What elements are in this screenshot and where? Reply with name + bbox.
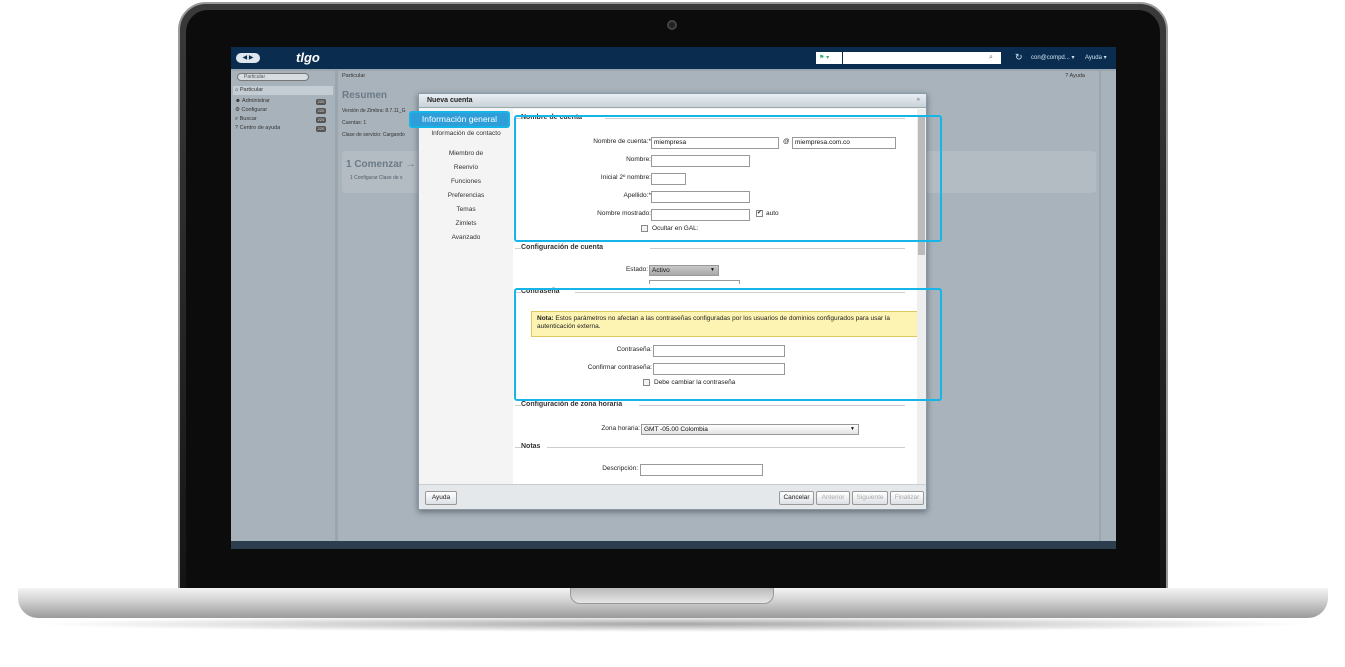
description-field[interactable]: [640, 464, 763, 476]
chevron-down-icon: ▼: [850, 426, 855, 432]
people-icon: ☻: [235, 98, 241, 104]
search-input[interactable]: [843, 52, 1001, 64]
timezone-label: Zona horaria:: [601, 425, 640, 432]
help-menu[interactable]: Ayuda ▾: [1085, 54, 1107, 61]
context-select[interactable]: Particular: [237, 73, 309, 81]
status-select[interactable]: Activo ▼: [649, 265, 719, 276]
tree-item-administrar[interactable]: ☻ Administrar: [235, 98, 270, 104]
next-button[interactable]: Siguiente: [852, 491, 888, 505]
logo: tlgo: [296, 50, 320, 65]
nav-item-contacto[interactable]: Información de contacto: [419, 130, 513, 137]
nav-arrows-icon[interactable]: ◀ ▶: [236, 53, 260, 63]
badge: 220: [316, 108, 326, 114]
previous-button[interactable]: Anterior: [816, 491, 850, 505]
search-type-select[interactable]: ⚑ ▾: [816, 52, 842, 64]
version-line: Versión de Zimbra: 8.7.11_G: [342, 108, 406, 114]
search-icon: ⌕: [235, 116, 239, 122]
tab-informacion-general[interactable]: Información general: [409, 111, 510, 128]
nav-item-temas[interactable]: Temas: [419, 206, 513, 213]
badge: 220: [316, 99, 326, 105]
help-icon: ?: [1065, 73, 1069, 79]
dialog-title: Nueva cuenta: [427, 97, 473, 104]
user-menu[interactable]: con@compd... ▾: [1031, 54, 1074, 61]
dialog-nav: Información de contacto Miembro de Reenv…: [419, 109, 513, 484]
help-button[interactable]: Ayuda: [425, 491, 457, 505]
breadcrumb: Particular: [342, 73, 366, 79]
highlight-password: [514, 288, 942, 401]
badge: 220: [316, 117, 326, 123]
help-link[interactable]: ? Ayuda: [1065, 73, 1085, 79]
laptop-notch: [570, 588, 774, 604]
nav-item-reenvio[interactable]: Reenvío: [419, 164, 513, 171]
nav-item-preferencias[interactable]: Preferencias: [419, 192, 513, 199]
page-title: Resumen: [342, 90, 388, 101]
help-icon: ?: [235, 125, 239, 131]
cos-line: Clase de servicio: Cargando: [342, 132, 405, 138]
accounts-line: Cuentas: 1: [342, 120, 367, 126]
status-label: Estado:: [625, 266, 648, 273]
tree-item-particular[interactable]: ⌂ Particular: [235, 87, 263, 93]
finish-button[interactable]: Finalizar: [890, 491, 924, 505]
search-type-icon: ⚑: [819, 55, 825, 61]
camera-icon: [667, 20, 677, 30]
section-config-cuenta: Configuración de cuenta: [521, 244, 604, 251]
timezone-select[interactable]: GMT -05.00 Colombia ▼: [641, 424, 859, 435]
house-icon: ⌂: [235, 87, 239, 93]
tree-item-ayuda[interactable]: ? Centro de ayuda: [235, 125, 280, 131]
description-label: Descripción:: [602, 465, 638, 472]
section-timezone: Configuración de zona horaria: [521, 401, 623, 408]
dialog-footer: Ayuda Cancelar Anterior Siguiente Finali…: [419, 484, 926, 509]
highlight-nombre-cuenta: [514, 115, 942, 242]
nav-item-miembro[interactable]: Miembro de: [419, 150, 513, 157]
left-pane: Particular ⌂ Particular ☻ Administrar 22…: [231, 71, 335, 541]
refresh-icon[interactable]: ↻: [1015, 52, 1023, 63]
nav-item-zimlets[interactable]: Zimlets: [419, 220, 513, 227]
cos-field[interactable]: [649, 280, 740, 284]
search-icon[interactable]: ⌕: [989, 53, 999, 63]
getting-started-step[interactable]: 1 Configurar Clase de s: [350, 175, 403, 181]
getting-started-title: 1 Comenzar →: [346, 159, 416, 170]
dialog-title-bar: Nueva cuenta »: [419, 94, 926, 108]
status-bar: [231, 541, 1116, 549]
tree-item-buscar[interactable]: ⌕ Buscar: [235, 116, 257, 123]
nav-item-funciones[interactable]: Funciones: [419, 178, 513, 185]
nav-item-avanzado[interactable]: Avanzado: [419, 234, 513, 241]
expand-icon[interactable]: »: [917, 97, 920, 103]
gear-icon: ⚙: [235, 107, 240, 113]
section-notes: Notas: [521, 443, 541, 450]
top-bar: ◀ ▶ tlgo ⚑ ▾ ⌕ ↻ con@compd... ▾ Ayuda ▾: [231, 47, 1116, 69]
cancel-button[interactable]: Cancelar: [779, 491, 814, 505]
tree-item-configurar[interactable]: ⚙ Configurar: [235, 107, 267, 113]
laptop-shadow: [30, 616, 1316, 632]
badge: 220: [316, 126, 326, 132]
right-pane: [1101, 71, 1116, 541]
chevron-down-icon: ▼: [710, 267, 715, 273]
